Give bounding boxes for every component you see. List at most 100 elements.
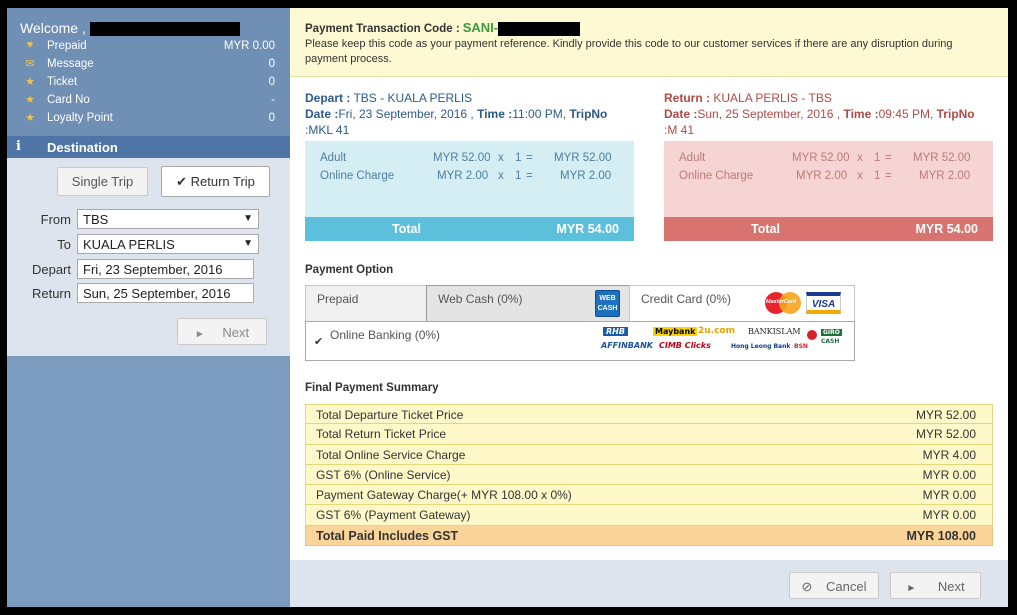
fare-eq: = bbox=[526, 170, 533, 182]
transaction-code-label: Payment Transaction Code : bbox=[305, 23, 460, 35]
summary-label: Total Return Ticket Price bbox=[316, 427, 447, 442]
depart-date-value: Fri, 23 September, 2016 bbox=[83, 262, 223, 277]
star-icon: ★ bbox=[25, 112, 35, 124]
tab-web-cash[interactable]: Web Cash (0%) WEB CASH bbox=[426, 285, 630, 322]
stat-label: Ticket bbox=[47, 76, 78, 88]
bank-logos: RHB Maybank 2u.com BANKISLAM AFFINBANK C… bbox=[601, 326, 846, 356]
stat-card-no: ★ Card No - bbox=[23, 92, 275, 110]
to-label: To bbox=[57, 237, 71, 252]
rhb-logo: RHB bbox=[603, 327, 628, 336]
fare-total-row: Total MYR 54.00 bbox=[664, 217, 993, 241]
stat-message[interactable]: ✉ Message 0 bbox=[23, 56, 275, 74]
cancel-button[interactable]: ⊘ Cancel bbox=[789, 572, 879, 599]
summary-value: MYR 0.00 bbox=[922, 467, 976, 482]
webcash-logo-line: CASH bbox=[597, 305, 618, 312]
hong-leong-bank-logo: Hong Leong Bank bbox=[731, 343, 791, 350]
fare-price: MYR 2.00 bbox=[437, 170, 489, 182]
online-banking-label: Online Banking (0%) bbox=[330, 328, 441, 342]
stat-value: 0 bbox=[268, 58, 275, 70]
fare-eq: = bbox=[885, 152, 892, 164]
summary-label: GST 6% (Online Service) bbox=[316, 467, 451, 482]
payment-summary-table: Total Departure Ticket Price MYR 52.00 To… bbox=[305, 404, 993, 547]
return-label: Return bbox=[31, 286, 71, 301]
payment-option-title: Payment Option bbox=[305, 264, 394, 276]
summary-row: GST 6% (Payment Gateway) MYR 0.00 bbox=[305, 505, 993, 526]
to-select[interactable]: KUALA PERLIS ▼ bbox=[77, 234, 259, 254]
tab-label: Web Cash (0%) bbox=[438, 292, 523, 306]
play-icon: ► bbox=[906, 583, 917, 594]
return-date: Sun, 25 September, 2016 , bbox=[697, 107, 841, 121]
stat-value: - bbox=[271, 94, 275, 106]
total-label: Total bbox=[751, 222, 780, 236]
fare-x: x bbox=[857, 170, 863, 182]
summary-value: MYR 4.00 bbox=[922, 447, 976, 462]
sidebar-next-button[interactable]: ► Next bbox=[177, 318, 267, 345]
maybank-logo: Maybank bbox=[653, 327, 698, 336]
total-label: Total bbox=[392, 222, 421, 236]
stat-label: Loyalty Point bbox=[47, 112, 113, 124]
app-window: Welcome , ♥ Prepaid MYR 0.00 ✉ Message 0… bbox=[7, 8, 1008, 607]
summary-label: GST 6% (Payment Gateway) bbox=[316, 508, 471, 523]
fare-x: x bbox=[498, 170, 504, 182]
to-value: KUALA PERLIS bbox=[83, 237, 175, 252]
visa-icon: VISA bbox=[806, 292, 841, 314]
next-button[interactable]: ► Next bbox=[890, 572, 981, 599]
summary-value: MYR 0.00 bbox=[922, 488, 976, 503]
giro-cash-logo: CASH bbox=[821, 338, 840, 345]
return-time: 09:45 PM, bbox=[878, 107, 934, 121]
cimb-clicks-logo: CIMB Clicks bbox=[659, 341, 711, 350]
fare-total: MYR 52.00 bbox=[554, 152, 612, 164]
depart-label: Depart bbox=[31, 262, 71, 277]
star-icon: ★ bbox=[25, 94, 35, 106]
return-label: Return : bbox=[664, 91, 710, 105]
fare-price: MYR 52.00 bbox=[792, 152, 850, 164]
fare-total-row: Total MYR 54.00 bbox=[305, 217, 634, 241]
chevron-down-icon: ▼ bbox=[243, 213, 253, 224]
fare-qty: 1 bbox=[874, 152, 881, 164]
return-route: KUALA PERLIS - TBS bbox=[713, 91, 832, 105]
fare-total: MYR 52.00 bbox=[913, 152, 971, 164]
stat-ticket[interactable]: ★ Ticket 0 bbox=[23, 74, 275, 92]
from-select[interactable]: TBS ▼ bbox=[77, 209, 259, 229]
fare-price: MYR 2.00 bbox=[796, 170, 848, 182]
maybank2u-logo: 2u.com bbox=[698, 326, 735, 336]
webcash-logo-line: WEB bbox=[599, 295, 616, 302]
fare-x: x bbox=[857, 152, 863, 164]
fare-qty: 1 bbox=[874, 170, 881, 182]
depart-date: Fri, 23 September, 2016 , bbox=[338, 107, 474, 121]
check-icon: ✔ bbox=[176, 174, 187, 189]
welcome-text: Welcome , bbox=[20, 20, 240, 37]
fare-label: Online Charge bbox=[320, 170, 395, 182]
time-label: Time : bbox=[477, 107, 513, 121]
depart-date-input[interactable]: Fri, 23 September, 2016 bbox=[77, 259, 254, 279]
depart-fare-table: Adult MYR 52.00 x 1 = MYR 52.00 Online C… bbox=[305, 141, 634, 241]
date-label: Date : bbox=[305, 107, 339, 121]
tab-label: Prepaid bbox=[317, 292, 359, 306]
summary-title: Final Payment Summary bbox=[305, 382, 439, 394]
return-trip-label: Return Trip bbox=[190, 174, 255, 189]
giro-logo: GIRO bbox=[821, 329, 842, 336]
tab-prepaid[interactable]: Prepaid bbox=[305, 285, 427, 322]
summary-total-label: Total Paid Includes GST bbox=[316, 528, 459, 543]
summary-label: Total Online Service Charge bbox=[316, 447, 466, 462]
return-date-value: Sun, 25 September, 2016 bbox=[83, 286, 231, 301]
single-trip-button[interactable]: Single Trip bbox=[57, 167, 148, 196]
welcome-label: Welcome , bbox=[20, 20, 86, 36]
depart-tripno: :MKL 41 bbox=[305, 123, 350, 137]
return-date-input[interactable]: Sun, 25 September, 2016 bbox=[77, 283, 254, 303]
tab-credit-card[interactable]: Credit Card (0%) MasterCard VISA bbox=[629, 285, 855, 322]
main-content: Payment Transaction Code : SANI- Please … bbox=[290, 8, 1008, 607]
fare-label: Online Charge bbox=[679, 170, 754, 182]
fare-label: Adult bbox=[679, 152, 706, 164]
fare-label: Adult bbox=[320, 152, 347, 164]
stat-value: 0 bbox=[268, 112, 275, 124]
single-trip-label: Single Trip bbox=[71, 174, 134, 189]
online-banking-option[interactable]: ✔ Online Banking (0%) RHB Maybank 2u.com… bbox=[305, 321, 855, 361]
check-icon: ✔ bbox=[314, 336, 324, 348]
summary-total-value: MYR 108.00 bbox=[906, 528, 976, 543]
return-tripno: :M 41 bbox=[664, 123, 695, 137]
total-value: MYR 54.00 bbox=[915, 222, 978, 236]
depart-info: Depart : TBS - KUALA PERLIS Date :Fri, 2… bbox=[305, 90, 635, 138]
total-value: MYR 54.00 bbox=[556, 222, 619, 236]
return-trip-button[interactable]: ✔ Return Trip bbox=[161, 166, 270, 197]
